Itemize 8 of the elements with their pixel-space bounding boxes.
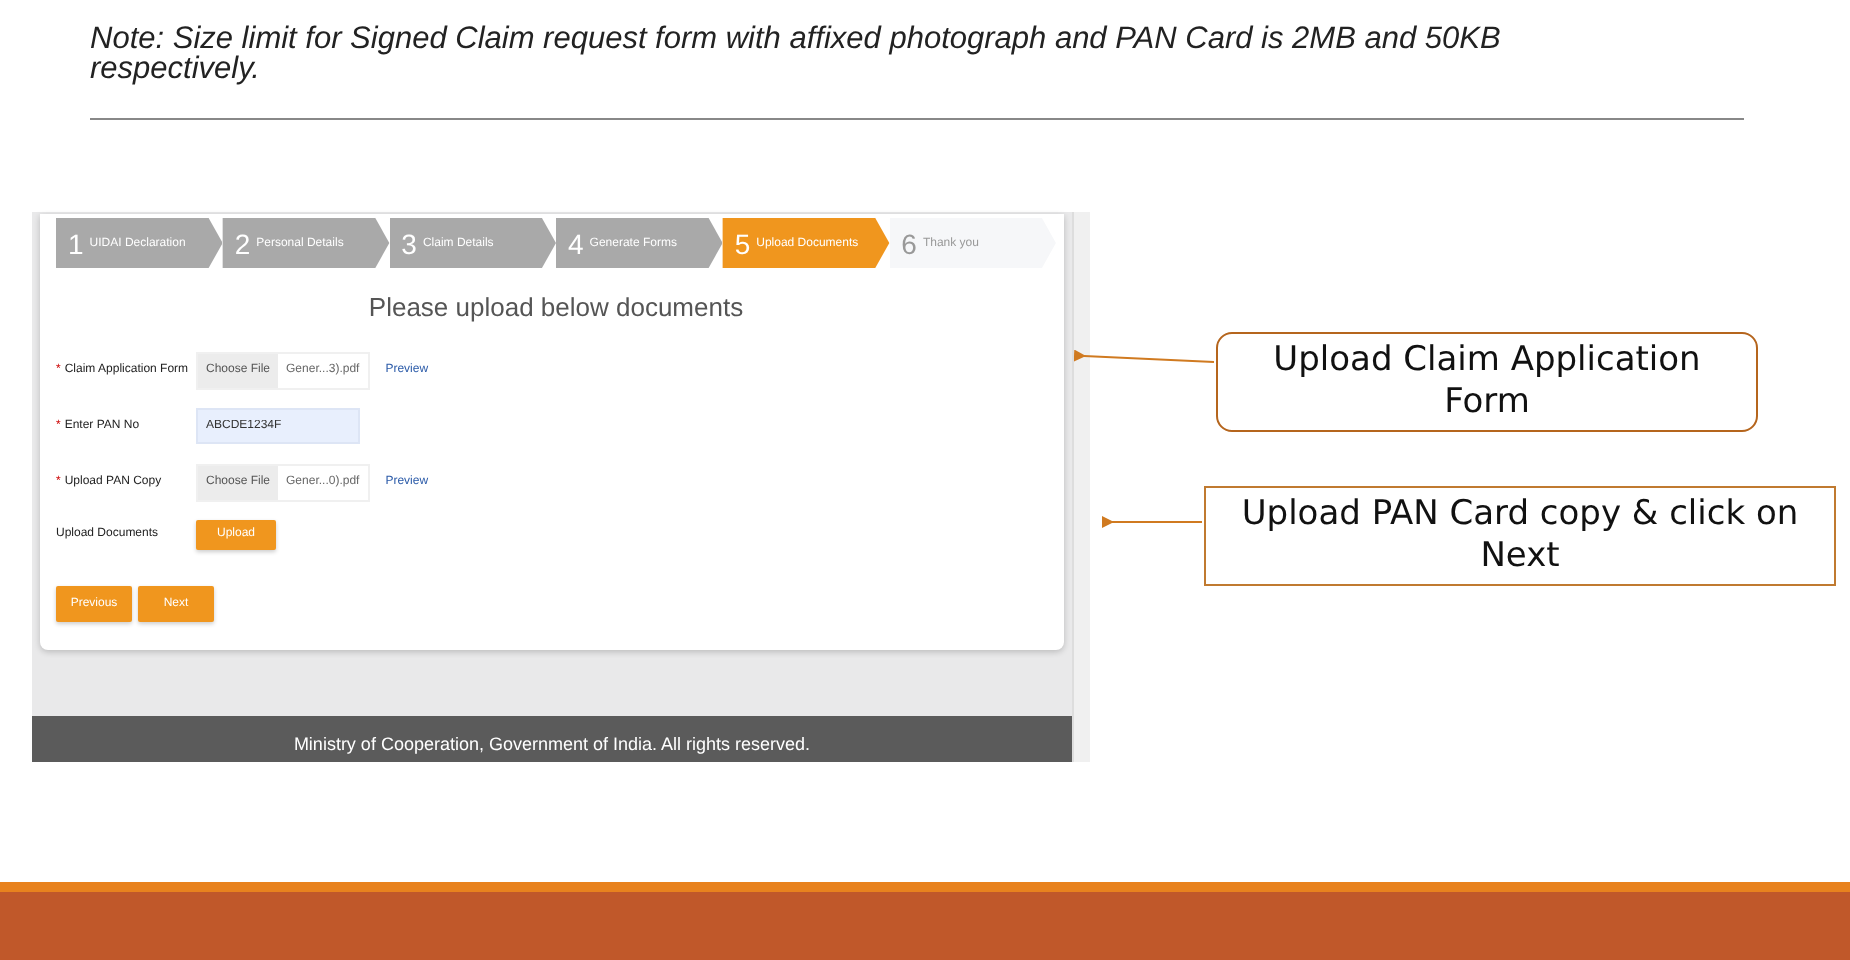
note-text: Note: Size limit for Signed Claim request form with affixed photograph and PAN Card is 2MB and 50KB respectively. bbox=[90, 24, 1503, 84]
page-footer: Ministry of Cooperation, Government of India. All rights reserved. bbox=[32, 716, 1072, 762]
callout-box: Upload Claim Application Form bbox=[1216, 332, 1758, 432]
form-heading: Please upload below documents bbox=[366, 292, 746, 322]
callout-box: Upload PAN Card copy & click on Next bbox=[1204, 486, 1836, 586]
scrollbar[interactable] bbox=[1072, 212, 1090, 762]
leader-arrow bbox=[1073, 349, 1215, 363]
leader-arrow bbox=[1102, 516, 1203, 528]
